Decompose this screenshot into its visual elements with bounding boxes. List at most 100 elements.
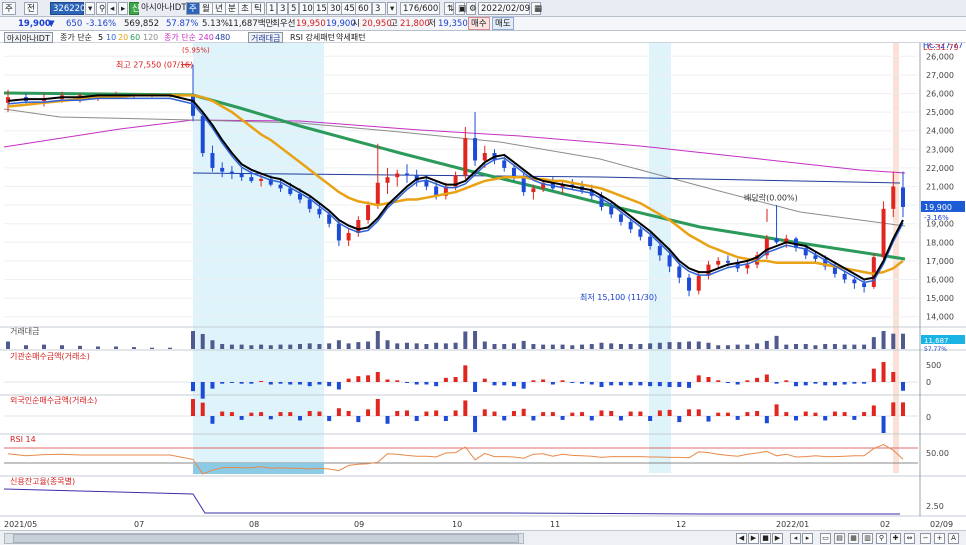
amount-bar	[881, 331, 886, 349]
tab-period-tick[interactable]: 틱	[251, 2, 265, 15]
interval-dropdown-icon[interactable]: ▾	[387, 2, 397, 15]
count-field[interactable]: 176/600	[400, 2, 440, 15]
foreign-bar	[278, 412, 283, 416]
stop-icon[interactable]: ■	[760, 533, 771, 544]
crosshair-icon[interactable]: ✚	[890, 533, 901, 544]
ma-240-label[interactable]: 종가 단순 240	[164, 32, 214, 43]
amount-bar	[239, 344, 244, 349]
interval-custom[interactable]: 3	[372, 2, 386, 15]
stock-name-box[interactable]: 아시아나IDT	[4, 32, 53, 43]
prefix-select[interactable]: 전	[24, 2, 38, 15]
ma-480-label[interactable]: 480	[215, 32, 230, 43]
date-field[interactable]: 2022/02/09	[478, 2, 530, 15]
amount-bar	[667, 342, 672, 349]
amount-bar	[307, 343, 312, 349]
amount-bar	[404, 342, 409, 349]
stock-chart[interactable]: 거래대금35,00011,68757.77%기관순매수금액(거래소)5000외국…	[0, 43, 966, 530]
amount-bar	[638, 344, 643, 349]
inst-bar	[677, 382, 682, 387]
buy-button[interactable]: 매수	[468, 17, 490, 30]
search-icon[interactable]: ⚲	[96, 2, 106, 15]
dropdown-arrow-icon[interactable]: ▾	[85, 2, 95, 15]
chart-scrollbar[interactable]	[4, 533, 524, 544]
tab-period-minute[interactable]: 분	[225, 2, 239, 15]
text-tool-icon[interactable]: A	[948, 533, 959, 544]
candle-body	[249, 177, 254, 181]
settings-icon[interactable]: ⚙	[466, 2, 477, 15]
chart-type-icon[interactable]: ▥	[862, 533, 873, 544]
inst-bar	[696, 375, 701, 382]
candle-body	[220, 167, 225, 172]
inst-bar	[618, 382, 623, 386]
zoom-in-icon[interactable]: +	[934, 533, 945, 544]
interval-60[interactable]: 60	[355, 2, 372, 15]
scrollbar-thumb[interactable]	[13, 534, 519, 543]
price-ma-label[interactable]: 종가 단순	[60, 32, 92, 43]
amount-bar	[609, 343, 614, 349]
next-arrow-icon[interactable]: ▸	[118, 2, 128, 15]
inst-bar	[414, 382, 419, 385]
stock-code-input[interactable]: 326220	[50, 2, 85, 15]
foreign-bar	[210, 416, 215, 424]
play-prev-icon[interactable]: ◀	[736, 533, 747, 544]
inst-bar	[862, 382, 867, 384]
calendar-icon[interactable]: ▦	[531, 2, 542, 15]
ma-10-label[interactable]: 10	[106, 32, 116, 43]
grid-icon[interactable]: ▦	[848, 533, 859, 544]
interval-5[interactable]: 5	[288, 2, 300, 15]
foreign-bar	[191, 399, 195, 416]
price-tick-label: 27,000	[926, 71, 954, 80]
amount-bar	[803, 344, 808, 349]
lock-icon[interactable]: ▣	[455, 2, 466, 15]
ma-5-label[interactable]: 5	[98, 32, 103, 43]
tab-period-year[interactable]: 년	[212, 2, 226, 15]
candle-body	[473, 138, 478, 161]
tab-period-week[interactable]: 주	[186, 2, 200, 15]
amount-bar	[696, 341, 701, 349]
zoom-icon[interactable]: ⇅	[444, 2, 454, 15]
inst-bar	[336, 382, 341, 390]
zoom-out-icon[interactable]: −	[920, 533, 931, 544]
ma-60-label[interactable]: 60	[130, 32, 140, 43]
play-icon[interactable]: ▶	[748, 533, 759, 544]
credit-tick: 2.50	[926, 502, 944, 511]
amount-bar	[589, 344, 594, 349]
play-next-icon[interactable]: ▶	[772, 533, 783, 544]
x-tick-label: 2021/05	[4, 520, 37, 529]
tab-period-month[interactable]: 월	[199, 2, 213, 15]
rsi-strong-label[interactable]: RSI 강세패턴	[290, 32, 335, 43]
interval-3[interactable]: 3	[277, 2, 289, 15]
inst-bar	[852, 382, 857, 384]
foreign-bar	[609, 411, 614, 416]
ma-120-label[interactable]: 120	[143, 32, 158, 43]
amount-bar	[366, 341, 371, 349]
chart-toolbar: 주 전 326220 ▾ ⚲ ◂ ▸ 신 아시아나IDT 주 월 년 분 초 틱…	[0, 0, 966, 17]
amount-bar	[511, 343, 516, 349]
search-chart-icon[interactable]: ⚲	[876, 533, 887, 544]
open-label: 시	[352, 19, 360, 29]
tab-period-second[interactable]: 초	[238, 2, 252, 15]
x-tick-label: 07	[134, 520, 144, 529]
scroll-arrows-icon[interactable]: ⇔	[904, 533, 915, 544]
amount-indicator-label[interactable]: 거래대금	[248, 32, 284, 43]
sell-button[interactable]: 매도	[492, 17, 514, 30]
amount-bar	[434, 342, 439, 349]
foreign-bar	[395, 411, 400, 416]
rsi-weak-label[interactable]: 약세패턴	[336, 32, 365, 43]
scroll-right-icon[interactable]: ▸	[802, 533, 813, 544]
inst-bar	[453, 377, 458, 382]
scroll-left-icon[interactable]: ◂	[790, 533, 801, 544]
amount-bar	[6, 341, 10, 349]
layout-icon[interactable]: ▤	[834, 533, 845, 544]
prev-arrow-icon[interactable]: ◂	[107, 2, 117, 15]
price-tick-label: 25,000	[926, 108, 954, 117]
foreign-bar	[346, 411, 351, 416]
foreign-bar	[229, 412, 234, 416]
candle-body	[745, 264, 750, 269]
ma-20-label[interactable]: 20	[118, 32, 128, 43]
foreign-bar	[628, 411, 633, 416]
foreign-bar	[745, 412, 750, 416]
period-select[interactable]: 주	[2, 2, 16, 15]
interval-1[interactable]: 1	[266, 2, 278, 15]
fit-icon[interactable]: ▭	[820, 533, 831, 544]
